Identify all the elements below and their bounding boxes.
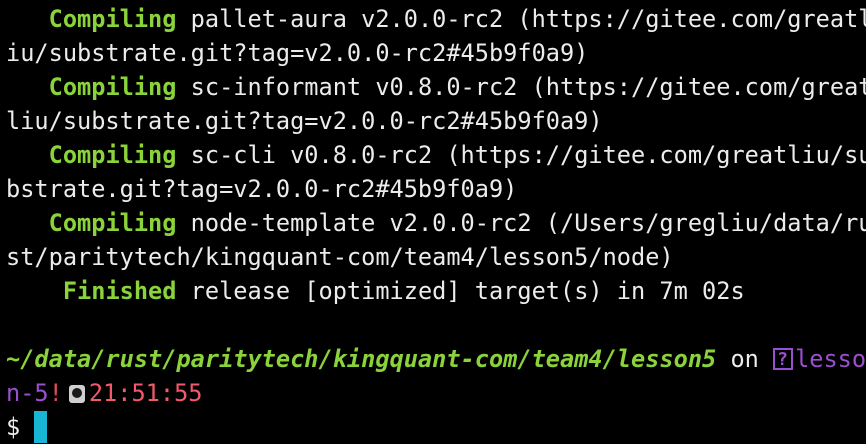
git-branch-name-continued: n-5 <box>6 379 49 407</box>
prompt-line: n-5! 21:51:55 <box>6 376 866 410</box>
finished-label: Finished <box>62 277 177 305</box>
output-line: Finished release [optimized] target(s) i… <box>6 274 866 308</box>
output-text: sc-cli v0.8.0-rc2 (https://gitee.com/gre… <box>176 141 866 169</box>
clock-icon <box>68 385 85 403</box>
output-text: iu/substrate.git?tag=v2.0.0-rc2#45b9f0a9… <box>6 39 589 67</box>
output-line: bstrate.git?tag=v2.0.0-rc2#45b9f0a9) <box>6 172 866 206</box>
git-branch-icon <box>773 343 794 377</box>
compiling-label: Compiling <box>48 73 177 101</box>
output-text: node-template v2.0.0-rc2 (/Users/gregliu… <box>176 209 866 237</box>
output-text: release [optimized] target(s) in 7m 02s <box>176 277 745 305</box>
output-text: liu/substrate.git?tag=v2.0.0-rc2#45b9f0a… <box>6 107 603 135</box>
command-line[interactable]: $ <box>6 410 866 444</box>
output-line: Compiling node-template v2.0.0-rc2 (/Use… <box>6 206 866 240</box>
output-line: iu/substrate.git?tag=v2.0.0-rc2#45b9f0a9… <box>6 36 866 70</box>
output-line: Compiling pallet-aura v2.0.0-rc2 (https:… <box>6 2 866 36</box>
text-cursor[interactable] <box>34 411 48 443</box>
git-dirty-marker: ! <box>48 379 63 407</box>
output-line: Compiling sc-informant v0.8.0-rc2 (https… <box>6 70 866 104</box>
compiling-label: Compiling <box>48 209 177 237</box>
compiling-label: Compiling <box>48 5 177 33</box>
compiling-label: Compiling <box>48 141 177 169</box>
output-text: sc-informant v0.8.0-rc2 (https://gitee.c… <box>176 73 866 101</box>
terminal-window[interactable]: Compiling pallet-aura v2.0.0-rc2 (https:… <box>0 0 866 444</box>
on-label: on <box>716 345 774 373</box>
prompt-symbol: $ <box>6 413 35 441</box>
output-line: liu/substrate.git?tag=v2.0.0-rc2#45b9f0a… <box>6 104 866 138</box>
git-branch-name: lesso <box>795 345 866 373</box>
output-text: bstrate.git?tag=v2.0.0-rc2#45b9f0a9) <box>6 175 518 203</box>
output-line: Compiling sc-cli v0.8.0-rc2 (https://git… <box>6 138 866 172</box>
output-text: pallet-aura v2.0.0-rc2 (https://gitee.co… <box>176 5 866 33</box>
output-line: st/paritytech/kingquant-com/team4/lesson… <box>6 240 866 274</box>
output-text: st/paritytech/kingquant-com/team4/lesson… <box>6 243 674 271</box>
prompt-time: 21:51:55 <box>88 379 203 407</box>
current-path: ~/data/rust/paritytech/kingquant-com/tea… <box>6 345 717 373</box>
prompt-line: ~/data/rust/paritytech/kingquant-com/tea… <box>6 342 866 377</box>
